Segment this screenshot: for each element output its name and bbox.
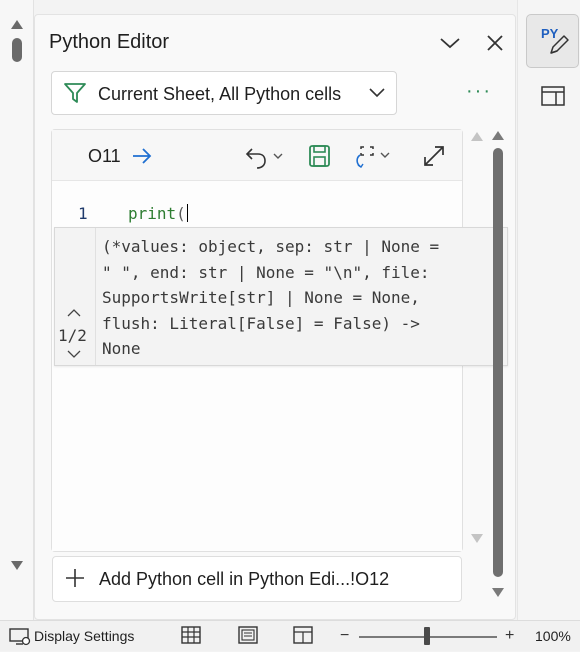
grid-view-icon: [181, 626, 201, 644]
cell-reference[interactable]: O11: [88, 146, 121, 167]
expand-icon: [424, 146, 444, 166]
editor-scroll-up-arrow[interactable]: [470, 129, 484, 147]
output-type-button[interactable]: [352, 141, 398, 171]
display-settings-label[interactable]: Display Settings: [34, 628, 134, 644]
left-scroll-up-arrow[interactable]: [11, 20, 23, 29]
page-layout-view-button[interactable]: [237, 624, 259, 646]
previous-signature-button[interactable]: [66, 306, 82, 318]
add-python-cell-label: Add Python cell in Python Edi...!O12: [99, 569, 390, 589]
next-signature-button[interactable]: [66, 347, 82, 359]
filter-label: Current Sheet, All Python cells: [98, 84, 342, 104]
more-options-button[interactable]: ···: [466, 80, 494, 102]
sheet-area-edge: [0, 0, 34, 620]
zoom-in-button[interactable]: +: [505, 627, 514, 645]
chevron-up-icon: [67, 309, 81, 317]
zoom-level[interactable]: 100%: [535, 628, 571, 644]
go-to-cell-button[interactable]: [130, 144, 154, 168]
zoom-out-button[interactable]: −: [340, 627, 349, 645]
code-line[interactable]: print(: [128, 204, 189, 223]
text-caret: [186, 204, 189, 222]
display-settings-icon: [9, 628, 31, 646]
pane-title: Python Editor: [49, 31, 170, 53]
display-settings-button[interactable]: [9, 627, 31, 647]
chevron-down-icon: [440, 38, 460, 49]
pane-scroll-down-arrow[interactable]: [491, 586, 505, 604]
undo-button[interactable]: [244, 143, 286, 171]
normal-view-button[interactable]: [180, 624, 202, 646]
undo-icon: [245, 148, 283, 169]
pencil-icon: [546, 32, 570, 58]
left-scroll-thumb[interactable]: [12, 38, 22, 62]
signature-text: (*values: object, sep: str | None = " ",…: [102, 237, 440, 358]
pane-scroll-up-arrow[interactable]: [491, 128, 505, 146]
pane-options-button[interactable]: [437, 30, 463, 56]
close-icon: [487, 35, 503, 51]
pane-scroll-thumb[interactable]: [493, 148, 503, 577]
save-icon: [309, 145, 330, 167]
pane-toggle-icon: [541, 86, 565, 106]
left-scroll-down-arrow[interactable]: [11, 561, 23, 570]
plus-icon: [63, 566, 87, 590]
pane-toggle-button[interactable]: [540, 84, 566, 108]
code-keyword: print: [128, 204, 177, 223]
expand-editor-button[interactable]: [421, 143, 447, 169]
chevron-down-icon: [368, 86, 386, 100]
close-pane-button[interactable]: [482, 30, 508, 56]
signature-counter: 1/2: [58, 326, 87, 345]
save-button[interactable]: [308, 143, 332, 169]
page-layout-icon: [238, 626, 258, 644]
zoom-slider-thumb[interactable]: [424, 627, 430, 645]
filter-icon: [63, 82, 87, 104]
line-number: 1: [78, 204, 88, 223]
page-break-icon: [293, 626, 313, 644]
output-type-icon: [356, 146, 390, 168]
page-break-view-button[interactable]: [292, 624, 314, 646]
arrow-right-icon: [133, 148, 152, 164]
code-paren: (: [176, 204, 186, 223]
editor-scroll-down-arrow[interactable]: [470, 532, 484, 550]
chevron-down-icon: [67, 350, 81, 358]
